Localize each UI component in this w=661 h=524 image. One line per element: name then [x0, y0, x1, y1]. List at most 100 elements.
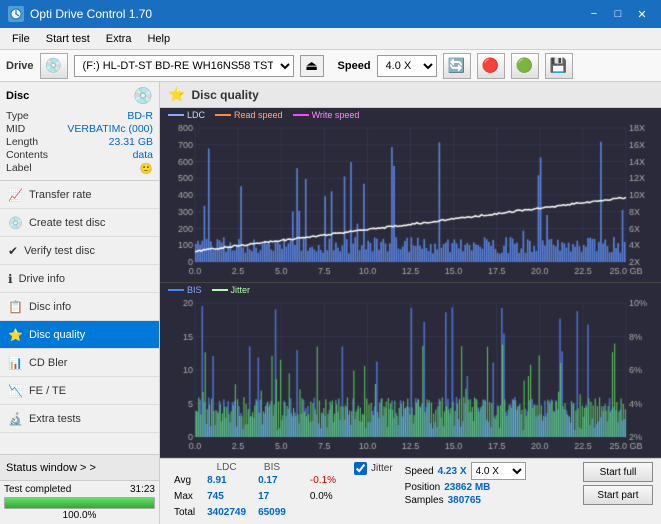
disc-length-label: Length: [6, 136, 38, 148]
drive-icon-button[interactable]: 💿: [40, 53, 68, 79]
stats-header-ldc: LDC: [201, 462, 252, 473]
samples-label: Samples: [405, 495, 444, 506]
app-title: Opti Drive Control 1.70: [30, 7, 152, 21]
status-text: Test completed: [4, 484, 71, 495]
jitter-checkbox-label: Jitter: [371, 463, 393, 474]
stats-header-bis: BIS: [252, 462, 292, 473]
maximize-button[interactable]: □: [607, 5, 629, 23]
transfer-rate-icon: 📈: [8, 188, 23, 202]
menu-extra[interactable]: Extra: [98, 31, 140, 47]
disc-icon: 💿: [133, 86, 153, 106]
menu-file[interactable]: File: [4, 31, 38, 47]
progress-fill: [5, 498, 154, 508]
start-full-button[interactable]: Start full: [583, 462, 653, 482]
nav-disc-info[interactable]: 📋 Disc info: [0, 293, 159, 321]
content-header-icon: ⭐: [168, 86, 185, 103]
settings-button2[interactable]: 🟢: [511, 53, 539, 79]
nav-fe-te-label: FE / TE: [29, 385, 66, 397]
speed-select[interactable]: 4.0 X 1.0 X 2.0 X 8.0 X: [377, 55, 437, 77]
nav-fe-te[interactable]: 📉 FE / TE: [0, 377, 159, 405]
nav-extra-tests-label: Extra tests: [29, 413, 81, 425]
speed-info-select[interactable]: 4.0 X: [471, 462, 526, 480]
stats-max-jitter: 0.0%: [304, 489, 342, 505]
stats-total-bis: 65099: [252, 505, 292, 521]
content-area: ⭐ Disc quality LDC Read speed: [160, 82, 661, 524]
drive-bar: Drive 💿 (F:) HL-DT-ST BD-RE WH16NS58 TST…: [0, 50, 661, 82]
main-layout: Disc 💿 Type BD-R MID VERBATIMc (000) Len…: [0, 82, 661, 524]
disc-type-value: BD-R: [127, 110, 153, 122]
ldc-chart-canvas: [160, 108, 661, 282]
save-button[interactable]: 💾: [545, 53, 573, 79]
title-bar: Opti Drive Control 1.70 − □ ✕: [0, 0, 661, 28]
refresh-button[interactable]: 🔄: [443, 53, 471, 79]
cd-bler-icon: 📊: [8, 356, 23, 370]
ldc-legend-dot: [168, 114, 184, 116]
disc-contents-label: Contents: [6, 149, 48, 161]
disc-mid-label: MID: [6, 123, 25, 135]
progress-bar: [4, 497, 155, 509]
start-part-button[interactable]: Start part: [583, 485, 653, 505]
nav-transfer-rate[interactable]: 📈 Transfer rate: [0, 181, 159, 209]
drive-select[interactable]: (F:) HL-DT-ST BD-RE WH16NS58 TST4: [74, 55, 294, 77]
bis-chart-canvas: [160, 283, 661, 457]
chart1-legend: LDC Read speed Write speed: [168, 110, 359, 120]
disc-section-title: Disc: [6, 90, 29, 102]
legend-read-speed: Read speed: [215, 110, 283, 120]
position-label: Position: [405, 482, 441, 493]
nav-create-test-disc-label: Create test disc: [29, 217, 105, 229]
write-legend-label: Write speed: [312, 110, 360, 120]
content-header-title: Disc quality: [191, 88, 258, 102]
sidebar: Disc 💿 Type BD-R MID VERBATIMc (000) Len…: [0, 82, 160, 524]
legend-ldc: LDC: [168, 110, 205, 120]
nav-drive-info-label: Drive info: [19, 273, 65, 285]
status-window[interactable]: Status window > >: [0, 454, 159, 480]
menu-help[interactable]: Help: [139, 31, 178, 47]
minimize-button[interactable]: −: [583, 5, 605, 23]
progress-percent: 100.0%: [63, 510, 97, 521]
stats-total-ldc: 3402749: [201, 505, 252, 521]
menu-start-test[interactable]: Start test: [38, 31, 98, 47]
settings-button1[interactable]: 🔴: [477, 53, 505, 79]
nav-verify-test-disc-label: Verify test disc: [24, 245, 95, 257]
time-text: 31:23: [130, 484, 155, 495]
fe-te-icon: 📉: [8, 384, 23, 398]
nav-verify-test-disc[interactable]: ✔ Verify test disc: [0, 237, 159, 265]
stats-total-label: Total: [168, 505, 201, 521]
menu-bar: File Start test Extra Help: [0, 28, 661, 50]
stats-bar: LDC BIS Avg 8.91 0.17 -0.1% Max 745 17: [160, 458, 661, 524]
speed-label: Speed: [338, 60, 371, 72]
speed-info-section: Speed 4.23 X 4.0 X Position 23862 MB Sam…: [405, 462, 526, 506]
jitter-section: Jitter: [354, 462, 393, 475]
drive-info-icon: ℹ: [8, 272, 13, 286]
nav-disc-quality-label: Disc quality: [29, 329, 85, 341]
stats-max-bis: 17: [252, 489, 292, 505]
nav-disc-quality[interactable]: ⭐ Disc quality: [0, 321, 159, 349]
nav-disc-info-label: Disc info: [29, 301, 71, 313]
nav-extra-tests[interactable]: 🔬 Extra tests: [0, 405, 159, 433]
app-icon: [8, 6, 24, 22]
eject-button[interactable]: ⏏: [300, 55, 324, 77]
ldc-legend-label: LDC: [187, 110, 205, 120]
jitter-checkbox[interactable]: [354, 462, 367, 475]
disc-length-value: 23.31 GB: [109, 136, 153, 148]
status-window-label: Status window > >: [6, 462, 96, 474]
content-header: ⭐ Disc quality: [160, 82, 661, 108]
stats-avg-label: Avg: [168, 473, 201, 489]
jitter-legend-dot: [212, 289, 228, 291]
nav-cd-bler[interactable]: 📊 CD Bler: [0, 349, 159, 377]
disc-info-icon: 📋: [8, 300, 23, 314]
chart2-legend: BIS Jitter: [168, 285, 250, 295]
speed-info-value: 4.23 X: [438, 466, 467, 477]
disc-label-icon: 🙂: [140, 162, 153, 175]
write-legend-dot: [293, 114, 309, 116]
close-button[interactable]: ✕: [631, 5, 653, 23]
start-buttons: Start full Start part: [583, 462, 653, 505]
nav-create-test-disc[interactable]: 💿 Create test disc: [0, 209, 159, 237]
disc-contents-value: data: [133, 149, 153, 161]
disc-mid-value: VERBATIMc (000): [67, 123, 153, 135]
window-controls: − □ ✕: [583, 5, 653, 23]
stats-table: LDC BIS Avg 8.91 0.17 -0.1% Max 745 17: [168, 462, 342, 521]
extra-tests-icon: 🔬: [8, 412, 23, 426]
nav-drive-info[interactable]: ℹ Drive info: [0, 265, 159, 293]
disc-label-label: Label: [6, 162, 32, 175]
